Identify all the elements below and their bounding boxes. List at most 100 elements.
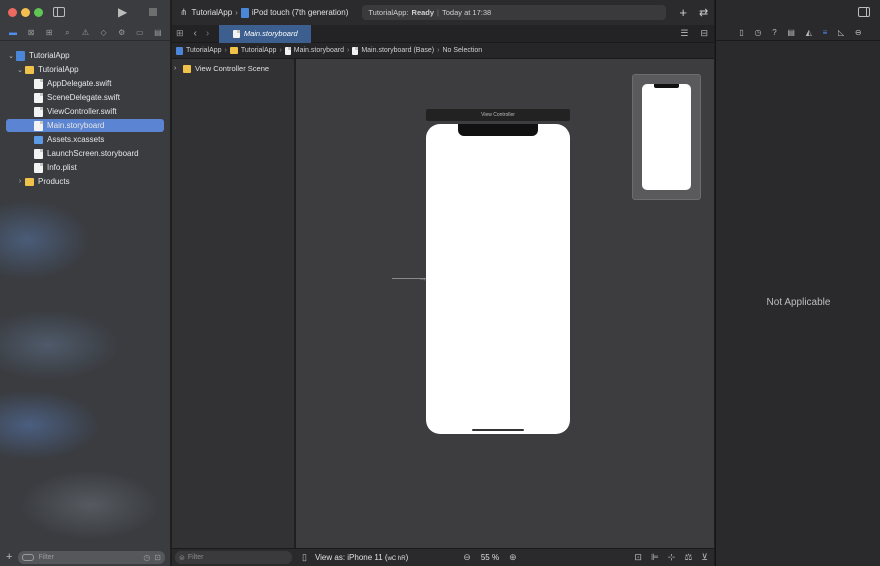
wallpaper-blur [0,310,120,380]
scm-filter-icon[interactable]: ⊡ [154,553,161,562]
scene-title: View Controller [481,112,515,118]
minimap[interactable] [632,74,701,200]
tree-item-label: AppDelegate.swift [47,79,112,88]
minimize-window-button[interactable] [21,8,30,17]
inspector-empty-state: Not Applicable [766,297,831,308]
tree-item-file[interactable]: ViewController.swift [6,105,164,118]
editor-tab-bar: ⊞ ‹ › Main.storyboard ☰ ⊟ [172,24,714,43]
project-icon [16,50,25,61]
align-icon[interactable]: ⊫ [651,552,659,563]
document-outline: › View Controller Scene [172,59,295,548]
scene-title-bar[interactable]: View Controller [426,109,570,121]
tree-item-label: Products [38,177,70,186]
toggle-outline-icon[interactable]: ▯ [302,552,307,563]
storyboard-canvas[interactable]: → View Controller [296,59,714,548]
connections-inspector-icon[interactable]: ⊖ [855,28,862,37]
code-review-icon[interactable]: ⇄ [699,6,708,19]
zoom-in-icon[interactable]: ⊕ [509,552,517,563]
history-inspector-icon[interactable]: ◷ [755,28,762,37]
tree-item-group[interactable]: ⌄ TutorialApp [6,63,164,76]
inspector-toggle-icon[interactable] [858,7,870,17]
outline-filter-field[interactable]: ⊜ Filter [175,551,292,564]
breadcrumb-item[interactable]: TutorialApp [186,47,222,54]
chevron-right-icon: › [437,47,440,54]
disclosure-open-icon[interactable]: ⌄ [6,52,16,60]
iphone-frame[interactable] [426,124,570,434]
folder-icon [25,177,34,186]
breakpoint-navigator-tab-icon[interactable]: ▭ [134,27,146,39]
tree-item-label: TutorialApp [38,65,79,74]
find-navigator-tab-icon[interactable]: ⌕ [61,27,73,39]
navigator-filter-bar: + Filter ◷ ⊡ [0,548,170,566]
device-icon [240,7,249,18]
editor-options-icon[interactable]: ☰ [680,28,688,39]
sidebar-toggle-icon[interactable] [53,7,65,17]
filter-icon [22,553,35,561]
disclosure-open-icon[interactable]: ⌄ [15,66,25,74]
breadcrumb-item[interactable]: No Selection [442,47,482,54]
grid-icon[interactable]: ⊞ [176,28,184,39]
zoom-window-button[interactable] [34,8,43,17]
tree-item-file[interactable]: Assets.xcassets [6,133,164,146]
filter-placeholder: Filter [38,553,54,561]
tree-item-file[interactable]: SceneDelegate.swift [6,91,164,104]
update-frames-icon[interactable]: ⊡ [634,552,642,563]
view-as-label[interactable]: View as: iPhone 11 (wC hR) [315,553,408,562]
recent-files-icon[interactable]: ◷ [143,553,150,562]
file-inspector-icon[interactable]: ▯ [739,28,743,37]
scheme-name[interactable]: TutorialApp [192,8,233,17]
tree-item-file[interactable]: LaunchScreen.storyboard [6,147,164,160]
debug-navigator-tab-icon[interactable]: ⚙ [116,27,128,39]
embed-in-icon[interactable]: ⊻ [701,552,708,563]
stop-icon[interactable] [149,8,157,16]
chevron-right-icon: › [235,8,238,17]
close-window-button[interactable] [8,8,17,17]
tree-item-project[interactable]: ⌄ TutorialApp [6,49,164,62]
back-icon[interactable]: ‹ [194,28,197,39]
breadcrumb-item[interactable]: TutorialApp [241,47,277,54]
forward-icon[interactable]: › [206,28,209,39]
notch [654,84,679,88]
chevron-right-icon: › [279,47,282,54]
breadcrumb-item[interactable]: Main.storyboard (Base) [361,47,434,54]
breadcrumb-item[interactable]: Main.storyboard [294,47,344,54]
tree-item-group[interactable]: › Products [6,175,164,188]
size-inspector-icon[interactable]: ≡ [823,28,828,37]
run-destination[interactable]: iPod touch (7th generation) [252,8,349,17]
attributes-inspector-icon[interactable]: ◭ [806,28,812,37]
outline-item-scene[interactable]: › View Controller Scene [174,64,269,73]
navigator-filter-field[interactable]: Filter ◷ ⊡ [18,550,165,564]
symbol-navigator-tab-icon[interactable]: ⊞ [43,27,55,39]
filter-placeholder: Filter [187,554,204,561]
tree-item-file[interactable]: AppDelegate.swift [6,77,164,90]
source-control-tab-icon[interactable]: ⊠ [25,27,37,39]
zoom-level: 55 % [480,553,500,562]
outline-item-label: View Controller Scene [195,64,270,73]
library-add-icon[interactable]: + [679,5,687,20]
storyboard-file-icon [352,46,359,55]
ruler-inspector-icon[interactable]: ◺ [838,28,844,37]
resolve-issues-icon[interactable]: ⚖ [684,552,692,563]
disclosure-closed-icon[interactable]: › [174,65,183,72]
add-constraints-icon[interactable]: ⊹ [668,552,676,563]
tree-item-file[interactable]: Info.plist [6,161,164,174]
report-navigator-tab-icon[interactable]: ▤ [152,27,164,39]
project-navigator-tab-icon[interactable]: ▬ [7,27,19,39]
split-editor-icon[interactable]: ⊟ [700,28,708,39]
wallpaper-blur [0,390,100,460]
tab-main-storyboard[interactable]: Main.storyboard [219,24,312,43]
issue-navigator-tab-icon[interactable]: ⚠ [79,27,91,39]
test-navigator-tab-icon[interactable]: ◇ [98,27,110,39]
add-icon[interactable]: + [6,551,12,563]
help-inspector-icon[interactable]: ? [772,28,776,37]
tree-item-file-selected[interactable]: Main.storyboard [6,119,164,132]
folder-icon [229,47,238,54]
status-app: TutorialApp: [368,8,409,17]
project-icon [176,46,183,55]
disclosure-closed-icon[interactable]: › [15,178,25,185]
zoom-out-icon[interactable]: ⊖ [463,552,471,563]
identity-inspector-icon[interactable]: ▤ [787,28,795,37]
run-icon[interactable]: ▶ [118,5,127,19]
wallpaper-blur [0,200,90,280]
tree-item-label: Main.storyboard [47,121,105,130]
